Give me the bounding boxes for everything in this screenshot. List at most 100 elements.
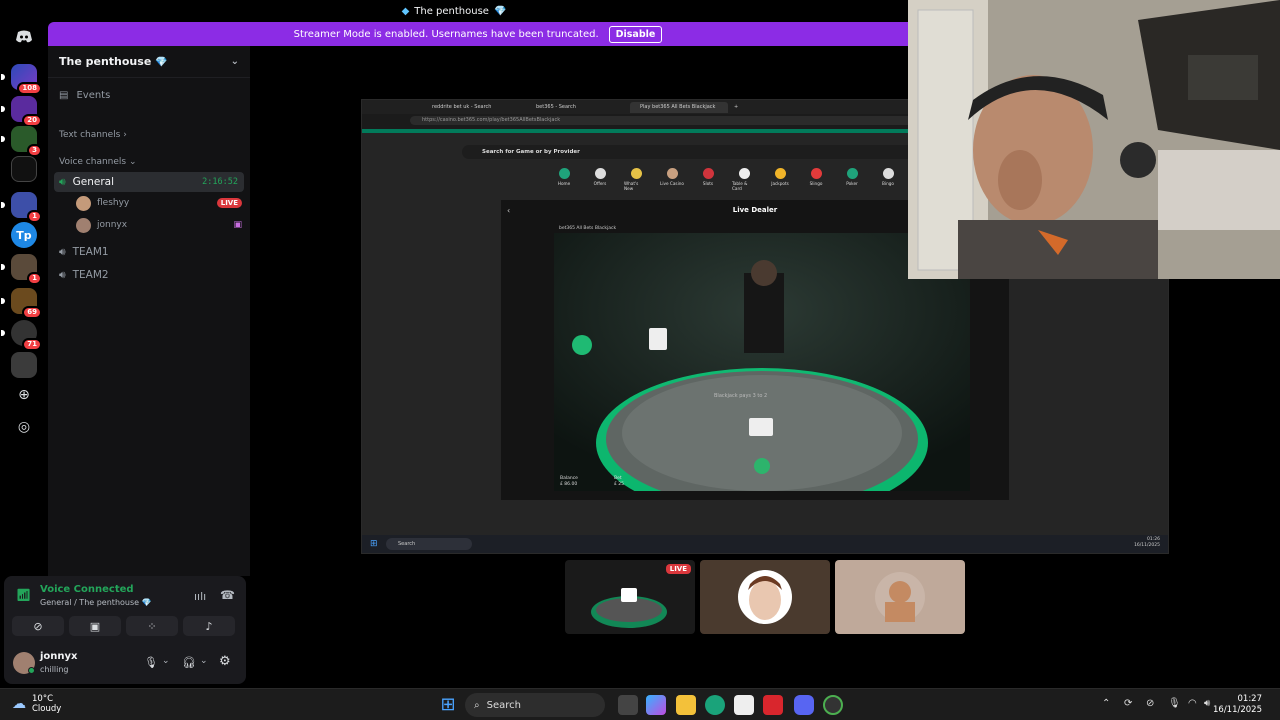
calendar-icon: ▤: [59, 90, 69, 101]
task-view-icon[interactable]: [618, 695, 638, 715]
mic-muted-icon[interactable]: ⊘: [1146, 698, 1154, 709]
server-icon-4[interactable]: [11, 156, 37, 182]
speaker-icon: 🔊︎: [59, 268, 66, 281]
windows-start-icon[interactable]: ⊞: [438, 695, 458, 715]
gem-icon: 💎: [493, 5, 507, 17]
server-icon: ◆: [401, 5, 410, 17]
chevron-right-icon: ›: [123, 130, 127, 140]
chevron-down-icon[interactable]: ⌄: [231, 56, 239, 67]
nav-item[interactable]: What's New: [624, 168, 648, 191]
settings-gear-icon[interactable]: ⚙︎: [219, 654, 231, 669]
screen-share-button[interactable]: ▣: [69, 616, 121, 636]
nav-item[interactable]: Live Casino: [660, 168, 684, 191]
taskbar-clock[interactable]: 01:27 16/11/2025: [1213, 694, 1262, 716]
nav-item[interactable]: Table & Card: [732, 168, 756, 191]
nav-item[interactable]: Jackpots: [768, 168, 792, 191]
voice-channel-general[interactable]: 🔊︎ General 2:16:52: [54, 172, 244, 192]
participant-tile[interactable]: [835, 560, 965, 634]
nav-label: Slingo: [809, 181, 823, 186]
mention-badge: 69: [22, 306, 42, 319]
nav-item[interactable]: Poker: [840, 168, 864, 191]
copilot-icon[interactable]: [646, 695, 666, 715]
streamed-taskbar-search: Search: [386, 538, 472, 550]
soundboard-button[interactable]: ♪: [183, 616, 235, 636]
windows-start-icon: ⊞: [370, 539, 378, 549]
volume-icon[interactable]: 🔊︎: [1204, 698, 1210, 709]
channel-sidebar: The penthouse 💎 ⌄ ▤ Events Text channels …: [48, 46, 250, 576]
activities-button[interactable]: ⁘: [126, 616, 178, 636]
me-username[interactable]: jonnyx: [40, 651, 78, 662]
chrome-icon[interactable]: [823, 695, 843, 715]
disable-button[interactable]: Disable: [608, 25, 663, 43]
mic-icon[interactable]: 🎙︎: [144, 656, 158, 669]
temperature: 10°C: [32, 694, 54, 704]
store-icon[interactable]: [734, 695, 754, 715]
call-timer: 2:16:52: [202, 177, 238, 187]
voice-location[interactable]: General / The penthouse 💎: [40, 598, 152, 607]
nav-item[interactable]: Home: [552, 168, 576, 191]
file-explorer-icon[interactable]: [676, 695, 696, 715]
stream-thumbnail[interactable]: LIVE: [565, 560, 695, 634]
nav-label: Table & Card: [732, 181, 748, 191]
server-icon-7[interactable]: 1: [1, 254, 42, 285]
server-icon-6[interactable]: Tp: [11, 222, 37, 248]
discord-taskbar-icon[interactable]: [794, 695, 814, 715]
text-channels-category[interactable]: Text channels ›: [59, 130, 127, 140]
discover-icon[interactable]: ◎: [14, 417, 34, 437]
chevron-down-icon[interactable]: ⌄: [200, 656, 208, 666]
bet-value: £ 25: [614, 482, 625, 487]
gem-icon: 💎: [141, 598, 152, 607]
sparkle-icon: [630, 168, 642, 179]
balance-value: £ 86.00: [560, 482, 578, 487]
server-icon-5[interactable]: 1: [1, 192, 42, 223]
voice-user-fleshyy[interactable]: fleshyy LIVE: [76, 194, 242, 212]
new-tab-icon[interactable]: +: [734, 104, 738, 110]
browser-tab[interactable]: reddrite bet uk - Search: [422, 102, 520, 113]
chevron-down-icon[interactable]: ⌄: [162, 656, 170, 666]
noise-suppression-icon[interactable]: ıılı: [194, 590, 206, 603]
location-text: General / The penthouse: [40, 598, 140, 607]
nav-item[interactable]: Bingo: [876, 168, 900, 191]
events-item[interactable]: ▤ Events: [59, 90, 110, 101]
server-icon-2[interactable]: 20: [1, 96, 42, 127]
server-icon-9[interactable]: 71: [1, 320, 42, 351]
voice-status[interactable]: Voice Connected: [40, 584, 134, 595]
app-icon-red[interactable]: [763, 695, 783, 715]
participant-tile[interactable]: [700, 560, 830, 634]
nav-item[interactable]: Offers: [588, 168, 612, 191]
headphones-icon[interactable]: 🎧︎: [182, 656, 196, 669]
voice-channels-category[interactable]: Voice channels ⌄: [59, 157, 137, 167]
voice-user-jonnyx[interactable]: jonnyx ▣: [76, 216, 242, 234]
server-icon-1[interactable]: 108: [1, 64, 42, 95]
dealer-icon: [666, 168, 678, 179]
streamed-time: 01:26: [1147, 537, 1160, 542]
chevron-up-icon[interactable]: ⌃: [1102, 698, 1110, 709]
voice-channel-team1[interactable]: 🔊︎ TEAM1: [54, 242, 244, 262]
wifi-icon[interactable]: ◠: [1188, 698, 1197, 709]
nav-item[interactable]: Slingo: [804, 168, 828, 191]
server-icon-3[interactable]: 3: [1, 126, 42, 157]
taskbar-search[interactable]: ⌕ Search: [465, 693, 605, 717]
sync-icon[interactable]: ⟳: [1124, 698, 1132, 709]
discord-home-icon[interactable]: [14, 27, 34, 47]
browser-tab[interactable]: bet365 - Search: [526, 102, 624, 113]
voice-channel-team2[interactable]: 🔊︎ TEAM2: [54, 265, 244, 285]
server-icon-8[interactable]: 69: [1, 288, 42, 319]
browser-tab-active[interactable]: Play bet365 All Bets Blackjack: [630, 101, 728, 113]
clock-time: 01:27: [1237, 694, 1263, 704]
user-name: jonnyx: [97, 220, 128, 230]
mic-icon[interactable]: 🎙︎: [1168, 698, 1181, 709]
edge-icon[interactable]: [705, 695, 725, 715]
server-icon-10[interactable]: [11, 352, 37, 378]
server-header[interactable]: The penthouse 💎 ⌄: [48, 46, 250, 78]
add-server-icon[interactable]: ⊕: [14, 385, 34, 405]
nav-label: What's New: [624, 181, 639, 191]
disconnect-icon[interactable]: ☎︎: [220, 588, 235, 602]
user-name: fleshyy: [97, 198, 130, 208]
weather-widget[interactable]: ☁ 10°C Cloudy: [12, 694, 61, 714]
camera-button[interactable]: ⊘: [12, 616, 64, 636]
me-status: chilling: [40, 665, 69, 674]
nav-item[interactable]: Slots: [696, 168, 720, 191]
streamed-taskbar: ⊞ Search 01:26 16/11/2025: [362, 535, 1168, 553]
webcam-overlay: [908, 0, 1280, 279]
